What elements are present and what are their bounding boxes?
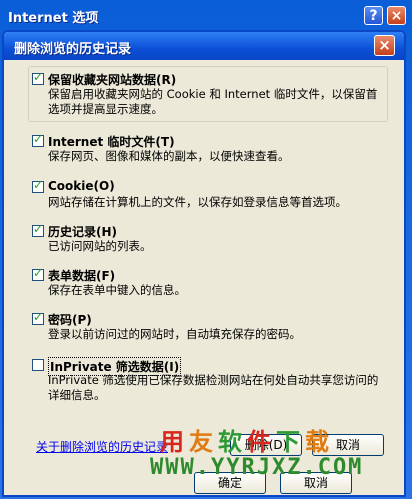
option-favorites[interactable]: 保留收藏夹网站数据(R) 保留启用收藏夹网站的 Cookie 和 Interne… (28, 70, 388, 120)
checkbox[interactable] (32, 222, 44, 237)
checkbox[interactable] (32, 266, 44, 281)
option-label: 历史记录(H) (48, 225, 118, 239)
option-description: 登录以前访问过的网站时，自动填充保存的密码。 (48, 327, 301, 341)
option-label: Internet 临时文件(T) (48, 135, 175, 149)
option-temp-files[interactable]: Internet 临时文件(T) 保存网页、图像和媒体的副本，以便快速查看。 (28, 132, 388, 168)
about-deleting-history-link[interactable]: 关于删除浏览的历史记录 (36, 438, 168, 455)
option-description: 保存在表单中键入的信息。 (48, 283, 186, 297)
option-description: 保存网页、图像和媒体的副本，以便快速查看。 (48, 149, 290, 163)
option-passwords[interactable]: 密码(P) 登录以前访问过的网站时，自动填充保存的密码。 (28, 310, 388, 346)
watermark-char: 用 (160, 428, 189, 456)
close-icon[interactable]: × (387, 6, 406, 25)
checkbox[interactable] (32, 178, 44, 193)
watermark-logo: 用友软件下载 (160, 422, 334, 457)
option-history[interactable]: 历史记录(H) 已访问网站的列表。 (28, 222, 388, 258)
dialog-title-bar: 删除浏览的历史记录 × (4, 32, 404, 60)
option-description: 网站存储在计算机上的文件，以保存如登录信息等首选项。 (48, 195, 347, 209)
checkbox[interactable] (32, 310, 44, 325)
checkbox[interactable] (32, 359, 44, 371)
watermark-char: 下 (276, 428, 305, 456)
watermark-char: 载 (305, 428, 334, 456)
checkbox[interactable] (32, 132, 44, 147)
help-icon[interactable]: ? (364, 6, 383, 25)
watermark-char: 软 (218, 428, 247, 456)
watermark-char: 件 (247, 428, 276, 456)
dialog-close-icon[interactable]: × (374, 35, 395, 56)
option-label: Cookie(O) (48, 179, 115, 193)
option-description: 保留启用收藏夹网站的 Cookie 和 Internet 临时文件，以保留首选项… (48, 87, 378, 116)
option-description: 已访问网站的列表。 (48, 239, 152, 253)
checkbox[interactable] (32, 70, 44, 85)
option-label: 表单数据(F) (48, 269, 116, 283)
option-cookies[interactable]: Cookie(O) 网站存储在计算机上的文件，以保存如登录信息等首选项。 (28, 178, 388, 214)
option-label: 保留收藏夹网站数据(R) (48, 73, 177, 87)
dialog-title: 删除浏览的历史记录 (14, 42, 132, 57)
option-form-data[interactable]: 表单数据(F) 保存在表单中键入的信息。 (28, 266, 388, 302)
parent-window-title: Internet 选项 (8, 11, 99, 26)
watermark-url: WWW.YYRJXZ.COM (150, 455, 364, 480)
option-description: InPrivate 筛选使用已保存数据检测网站在何处自动共享您访问的详细信息。 (48, 373, 379, 402)
option-label: 密码(P) (48, 313, 92, 327)
watermark-char: 友 (189, 428, 218, 456)
option-inprivate[interactable]: InPrivate 筛选数据(I) InPrivate 筛选使用已保存数据检测网… (28, 356, 388, 408)
